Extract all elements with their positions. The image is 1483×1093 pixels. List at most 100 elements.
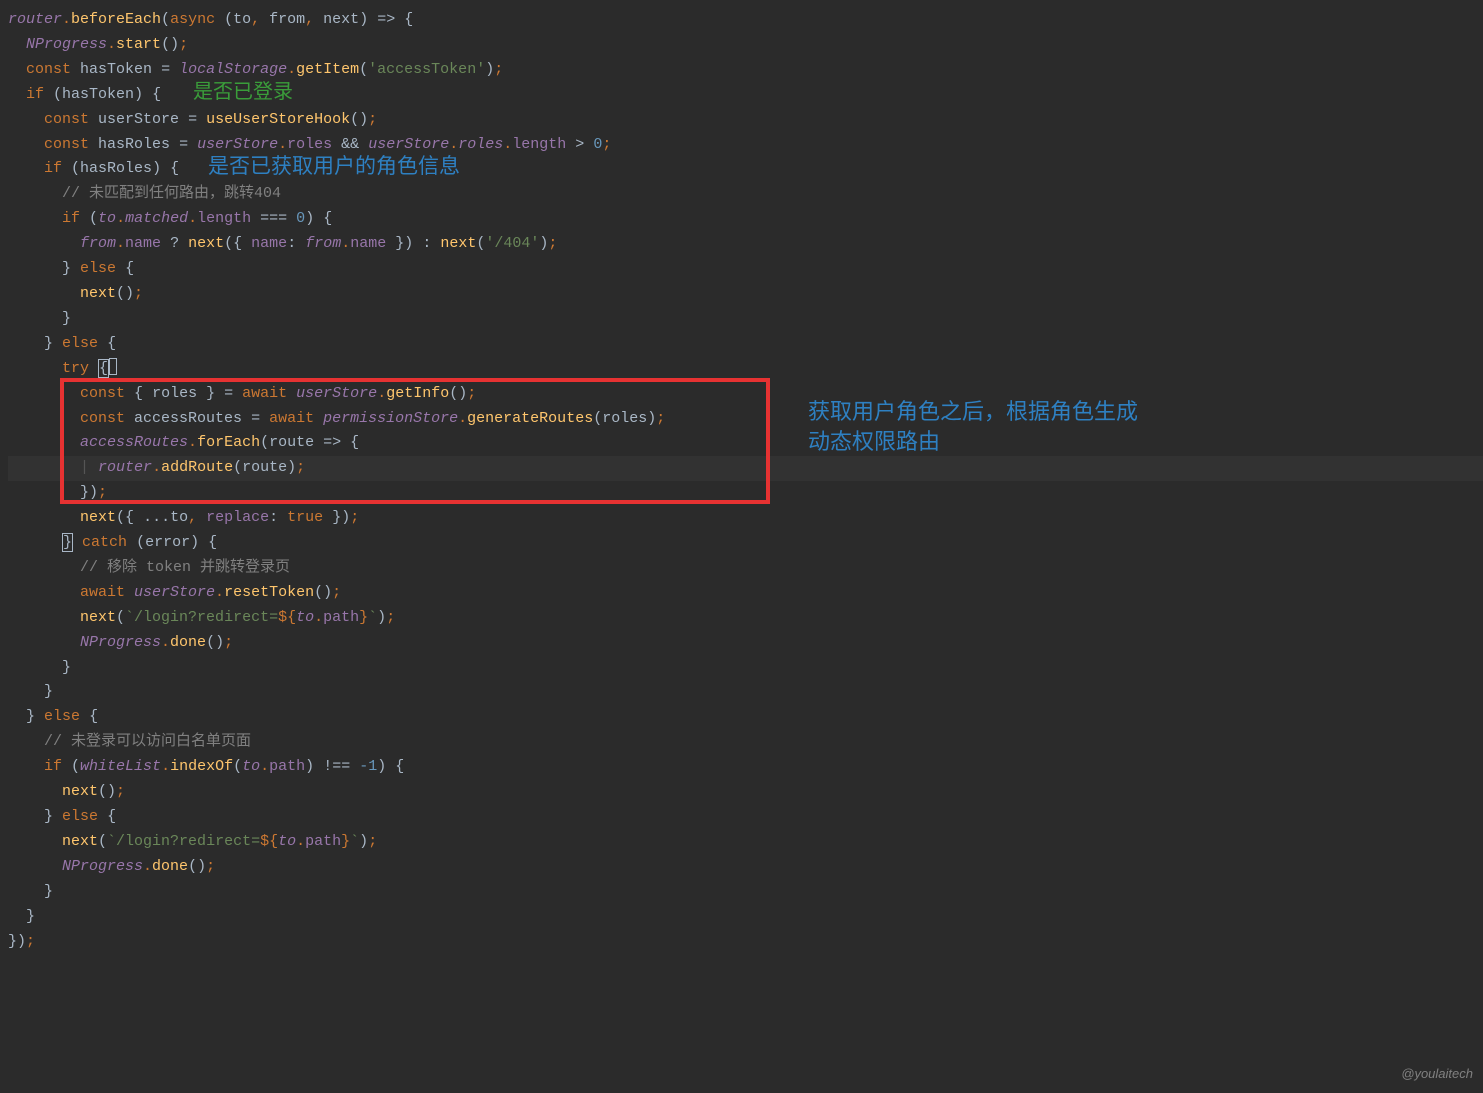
code-token: whiteList — [80, 758, 161, 775]
code-line: } — [8, 307, 1483, 332]
code-line: | router.addRoute(route); — [8, 456, 1483, 481]
code-token: length — [197, 210, 251, 227]
code-token: localStorage — [179, 61, 287, 78]
code-comment: // 未登录可以访问白名单页面 — [44, 733, 251, 750]
code-token: -1 — [359, 758, 377, 775]
code-line: NProgress.start(); — [8, 33, 1483, 58]
code-token: beforeEach — [71, 11, 161, 28]
code-token: roles — [602, 410, 647, 427]
code-token: from — [80, 235, 116, 252]
code-token: if — [44, 160, 71, 177]
annotation-green-logged-in: 是否已登录 — [193, 80, 293, 105]
code-token: userStore — [368, 136, 449, 153]
code-token: 0 — [593, 136, 602, 153]
code-token: route — [269, 434, 314, 451]
code-line: const hasRoles = userStore.roles && user… — [8, 133, 1483, 158]
annotation-text-line1: 获取用户角色之后，根据角色生成 — [808, 399, 1138, 424]
code-token: else — [62, 808, 107, 825]
code-token: userStore — [134, 584, 215, 601]
code-line: const hasToken = localStorage.getItem('a… — [8, 58, 1483, 83]
code-token: const — [44, 136, 98, 153]
code-line: try { — [8, 357, 1483, 382]
code-line: }); — [8, 930, 1483, 955]
code-line: await userStore.resetToken(); — [8, 581, 1483, 606]
code-line: const { roles } = await userStore.getInf… — [8, 382, 1483, 407]
code-line: next(); — [8, 282, 1483, 307]
code-token: path — [269, 758, 305, 775]
code-token: if — [44, 758, 71, 775]
code-line: } else { — [8, 705, 1483, 730]
code-token: ` — [350, 833, 359, 850]
code-token: accessRoutes — [134, 410, 242, 427]
code-token: done — [152, 858, 188, 875]
code-line: if (whiteList.indexOf(to.path) !== -1) { — [8, 755, 1483, 780]
code-token: hasToken — [80, 61, 152, 78]
code-token: 'accessToken' — [368, 61, 485, 78]
code-token: `/login?redirect= — [125, 609, 278, 626]
code-token: length — [512, 136, 566, 153]
code-token: next — [440, 235, 476, 252]
code-token: true — [287, 509, 332, 526]
code-token: catch — [82, 534, 136, 551]
watermark: @youlaitech — [1401, 1062, 1473, 1087]
code-token: await — [269, 410, 323, 427]
code-line: NProgress.done(); — [8, 855, 1483, 880]
code-token: next — [80, 285, 116, 302]
code-editor[interactable]: router.beforeEach(async (to, from, next)… — [0, 8, 1483, 954]
code-token: NProgress — [26, 36, 107, 53]
code-token: 0 — [296, 210, 305, 227]
code-line: // 未登录可以访问白名单页面 — [8, 730, 1483, 755]
code-line: // 移除 token 并跳转登录页 — [8, 556, 1483, 581]
code-token: async — [170, 11, 215, 28]
code-token: else — [44, 708, 89, 725]
code-line: NProgress.done(); — [8, 631, 1483, 656]
code-token: generateRoutes — [467, 410, 593, 427]
code-token: name — [125, 235, 161, 252]
code-token: next — [80, 509, 116, 526]
code-token: '/404' — [485, 235, 539, 252]
code-token: accessRoutes — [80, 434, 188, 451]
code-line: if (to.matched.length === 0) { — [8, 207, 1483, 232]
code-line: from.name ? next({ name: from.name }) : … — [8, 232, 1483, 257]
code-token: router — [8, 11, 62, 28]
code-token: from — [269, 11, 305, 28]
code-token: await — [242, 385, 296, 402]
code-token: getItem — [296, 61, 359, 78]
code-token: hasRoles — [98, 136, 170, 153]
code-line: } else { — [8, 805, 1483, 830]
code-line: accessRoutes.forEach(route => { — [8, 431, 1483, 456]
code-token: path — [305, 833, 341, 850]
code-token: from — [305, 235, 341, 252]
code-token: indexOf — [170, 758, 233, 775]
code-line: } — [8, 880, 1483, 905]
code-token: useUserStoreHook — [206, 111, 350, 128]
code-token: replace — [206, 509, 269, 526]
code-token: userStore — [197, 136, 278, 153]
code-token: const — [80, 410, 134, 427]
code-token: else — [62, 335, 107, 352]
code-token: router — [98, 459, 152, 476]
code-line: const userStore = useUserStoreHook(); — [8, 108, 1483, 133]
code-token: to — [98, 210, 116, 227]
code-token: route — [242, 459, 287, 476]
code-token: addRoute — [161, 459, 233, 476]
code-line: } else { — [8, 332, 1483, 357]
code-line: } catch (error) { — [8, 531, 1483, 556]
code-token: next — [188, 235, 224, 252]
annotation-blue-dynamic-routes: 获取用户角色之后，根据角色生成 动态权限路由 — [808, 397, 1138, 457]
code-token: NProgress — [62, 858, 143, 875]
code-comment: // 移除 token 并跳转登录页 — [80, 559, 290, 576]
code-token: next — [62, 783, 98, 800]
code-line: router.beforeEach(async (to, from, next)… — [8, 8, 1483, 33]
code-token: forEach — [197, 434, 260, 451]
code-token: hasToken — [62, 86, 134, 103]
code-token: next — [323, 11, 359, 28]
code-token: to — [233, 11, 251, 28]
code-token: path — [323, 609, 359, 626]
code-line: } — [8, 905, 1483, 930]
code-token: roles — [287, 136, 332, 153]
code-token: name — [251, 235, 287, 252]
code-token: const — [44, 111, 98, 128]
code-token: NProgress — [80, 634, 161, 651]
code-line: next(`/login?redirect=${to.path}`); — [8, 830, 1483, 855]
